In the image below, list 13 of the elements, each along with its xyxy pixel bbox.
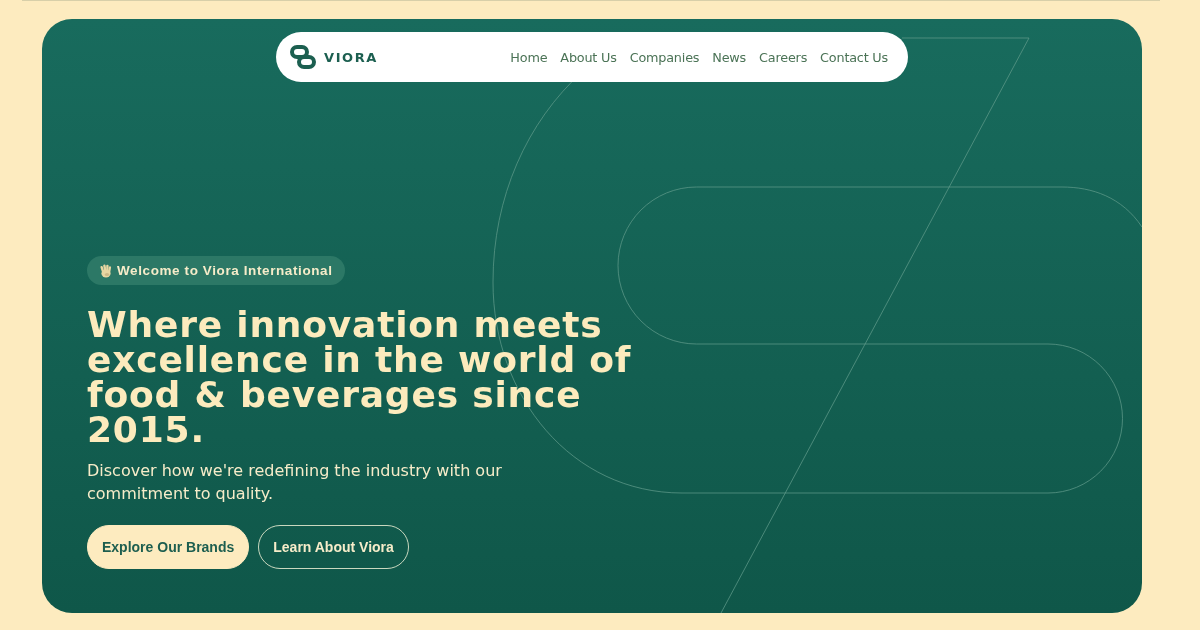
nav-link[interactable]: About Us [560, 49, 617, 65]
logo-text: VIORA [324, 49, 379, 65]
nav-link[interactable]: Companies [629, 49, 700, 65]
hero-headline: Where innovation meets excellence in the world of food & beverages since 2015. [87, 307, 633, 447]
hero-subtitle: Discover how we're redefining the industry with our commitment to quality. [87, 460, 503, 505]
nav-link[interactable]: Careers [759, 49, 808, 65]
nav-link[interactable]: Home [510, 49, 548, 65]
logo-icon [290, 45, 316, 69]
nav-link[interactable]: Contact Us [820, 49, 888, 65]
primary-button[interactable]: Explore Our Brands [87, 525, 250, 569]
badge-text: Welcome to Viora International [117, 263, 333, 278]
waving-hand-icon [100, 263, 112, 278]
nav-link[interactable]: News [712, 49, 747, 65]
